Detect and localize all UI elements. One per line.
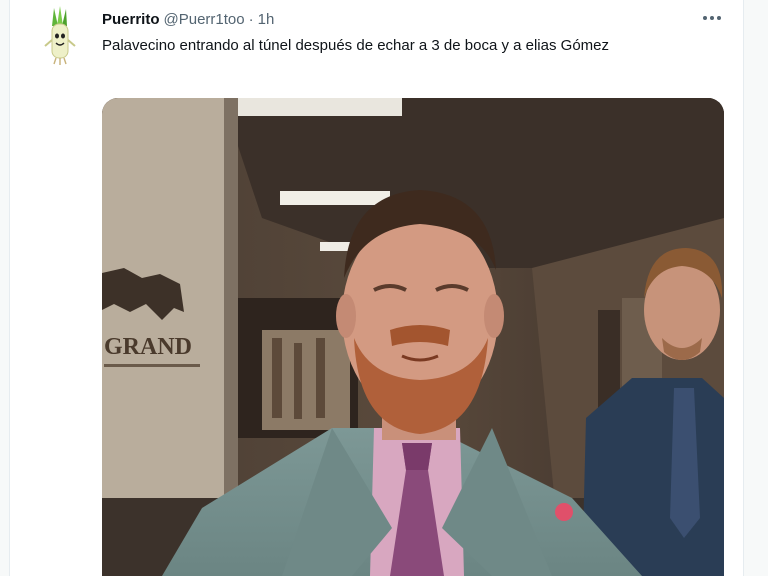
leek-character-icon: [44, 6, 76, 65]
wall-logo-text: GRAND: [104, 334, 192, 360]
display-name[interactable]: Puerrito: [102, 11, 160, 28]
tweet-media-video[interactable]: GRAND: [102, 98, 724, 576]
tweet-text: Palavecino entrando al túnel después de …: [102, 37, 609, 54]
tweet-header: Puerrito @Puerr1too · 1h: [102, 8, 274, 30]
separator-dot: ·: [248, 10, 254, 28]
video-frame: GRAND: [102, 98, 724, 576]
left-rail: [0, 0, 10, 576]
more-button[interactable]: [698, 6, 726, 30]
right-rail: [743, 0, 768, 576]
avatar[interactable]: [36, 6, 84, 66]
tweet-card[interactable]: Puerrito @Puerr1too · 1h Palavecino entr…: [10, 0, 743, 576]
more-horizontal-icon: [703, 16, 721, 20]
user-handle[interactable]: @Puerr1too: [164, 11, 245, 28]
timestamp[interactable]: 1h: [258, 11, 275, 28]
